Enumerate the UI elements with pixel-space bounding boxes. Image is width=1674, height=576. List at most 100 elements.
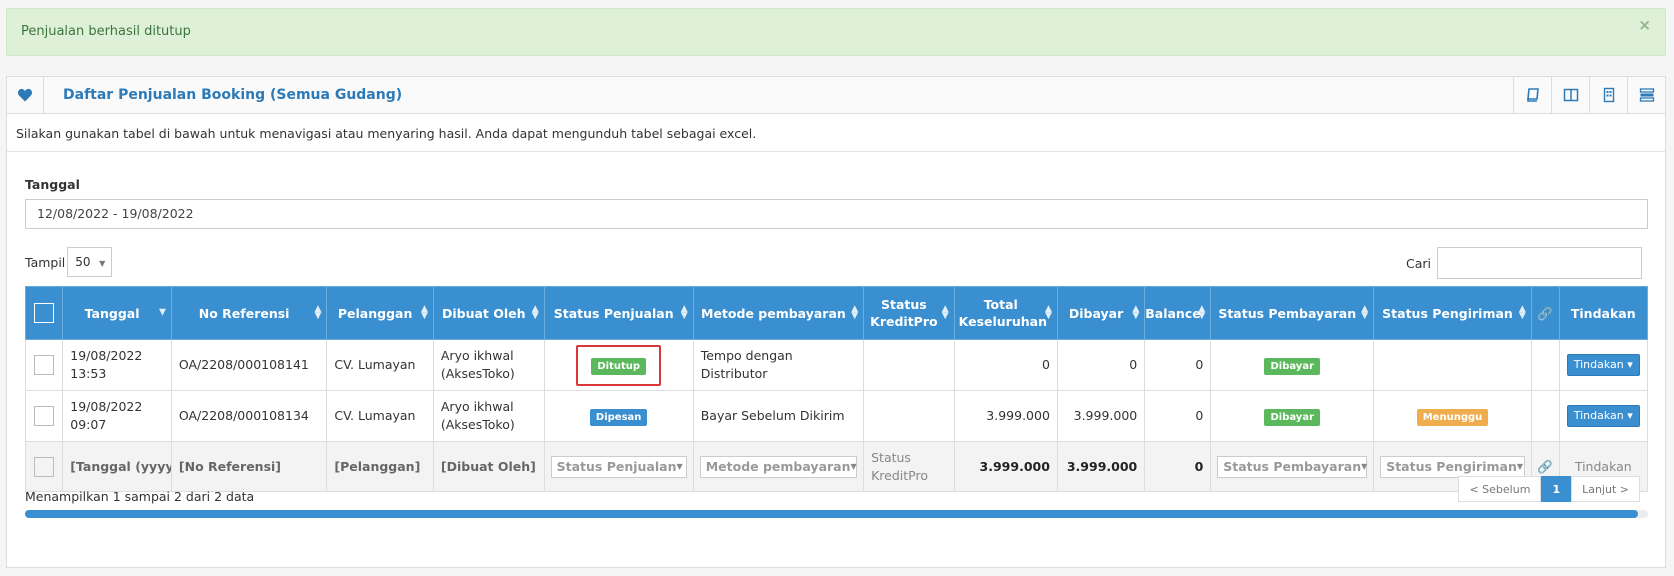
cell-action: Tindakan ▾ xyxy=(1558,339,1648,391)
cell-sale-status: Ditutup xyxy=(543,339,694,391)
column-header-action: Tindakan xyxy=(1558,286,1648,340)
sort-icon: ▲ ▼ xyxy=(420,304,428,321)
next-page-button[interactable]: Lanjut > xyxy=(1571,476,1640,502)
cell-date: 19/08/2022 09:07 xyxy=(62,390,172,442)
filter-row: [Tanggal (yyyy- [No Referensi] [Pelangga… xyxy=(24,441,1648,492)
cell-customer: CV. Lumayan xyxy=(326,339,434,391)
sort-icon: ▲ ▼ xyxy=(1518,304,1526,321)
cell-customer: CV. Lumayan xyxy=(326,390,434,442)
row-checkbox[interactable] xyxy=(34,355,55,375)
cell-total: 3.999.000 xyxy=(953,390,1058,442)
link-icon: 🔗 xyxy=(1537,305,1553,321)
caret-down-icon: ▼ xyxy=(1516,461,1524,471)
cell-payment-method: Tempo dengan Distributor xyxy=(692,339,865,391)
sales-box: Daftar Penjualan Booking (Semua Gudang) … xyxy=(6,76,1666,568)
column-header-customer[interactable]: Pelanggan ▲ ▼ xyxy=(326,286,434,340)
sort-icon: ▲ ▼ xyxy=(531,304,539,321)
page-length-control: Tampil 50 ▼ xyxy=(25,247,113,277)
column-header-balance[interactable]: Balance ▲ ▼ xyxy=(1144,286,1212,340)
column-header-link: 🔗 xyxy=(1530,286,1560,340)
box-header: Daftar Penjualan Booking (Semua Gudang) xyxy=(7,77,1665,114)
column-header-created-by[interactable]: Dibuat Oleh ▲ ▼ xyxy=(432,286,545,340)
sort-icon: ▲ ▼ xyxy=(1361,304,1369,321)
page-title: Daftar Penjualan Booking (Semua Gudang) xyxy=(63,87,403,103)
column-header-paid[interactable]: Dibayar ▲ ▼ xyxy=(1056,286,1146,340)
filter-created-by[interactable]: [Dibuat Oleh] xyxy=(432,441,545,492)
column-header-delivery-status[interactable]: Status Pengiriman ▲ ▼ xyxy=(1373,286,1532,340)
status-badge: Dibayar xyxy=(1264,408,1320,426)
date-filter-label: Tanggal xyxy=(25,177,80,192)
building-button[interactable] xyxy=(1589,77,1627,113)
column-header-sale-status[interactable]: Status Penjualan ▲ ▼ xyxy=(543,286,694,340)
prev-page-button[interactable]: < Sebelum xyxy=(1458,476,1542,502)
alert-close-button[interactable]: × xyxy=(1638,16,1651,34)
column-header-total[interactable]: Total Keseluruhan ▲ ▼ xyxy=(953,286,1058,340)
cell-action: Tindakan ▾ xyxy=(1558,390,1648,442)
caret-down-icon: ▼ xyxy=(850,461,857,471)
cell-payment-status: Dibayar xyxy=(1210,339,1375,391)
caret-down-icon: ▼ xyxy=(99,259,106,268)
row-checkbox-cell[interactable] xyxy=(24,339,64,391)
heart-icon xyxy=(18,88,32,102)
scrollbar-thumb[interactable] xyxy=(25,510,1638,518)
filter-checkbox[interactable] xyxy=(34,456,55,477)
sort-icon: ▲ ▼ xyxy=(1198,304,1206,321)
filter-sale-status-select[interactable]: Status Penjualan ▼ xyxy=(550,455,687,478)
cell-link xyxy=(1530,339,1560,391)
status-badge: Ditutup xyxy=(591,357,647,375)
sort-icon: ▲ ▼ xyxy=(851,304,859,321)
date-range-input[interactable]: 12/08/2022 - 19/08/2022 xyxy=(25,199,1648,229)
table-header-row: Tanggal ▼ No Referensi ▲ ▼ Pelanggan ▲ ▼ Dibu… xyxy=(24,286,1648,340)
row-checkbox-cell[interactable] xyxy=(24,390,64,442)
filter-payment-method-select[interactable]: Metode pembayaran ▼ xyxy=(699,455,858,478)
filter-total: 3.999.000 xyxy=(953,441,1058,492)
action-dropdown-button[interactable]: Tindakan ▾ xyxy=(1566,405,1640,427)
column-header-payment-status[interactable]: Status Pembayaran ▲ ▼ xyxy=(1210,286,1375,340)
column-header-date[interactable]: Tanggal ▼ xyxy=(62,286,172,340)
book-button[interactable] xyxy=(1513,77,1551,113)
column-header-kreditpro[interactable]: Status KreditPro ▲ ▼ xyxy=(863,286,955,340)
page-1-button[interactable]: 1 xyxy=(1541,476,1572,502)
favorite-button[interactable] xyxy=(7,77,44,113)
action-dropdown-button[interactable]: Tindakan ▾ xyxy=(1566,354,1640,376)
list-settings-button[interactable] xyxy=(1627,77,1665,113)
cell-total: 0 xyxy=(953,339,1058,391)
filter-ref[interactable]: [No Referensi] xyxy=(170,441,328,492)
filter-kreditpro: Status KreditPro xyxy=(863,441,955,492)
cell-payment-status: Dibayar xyxy=(1210,390,1375,442)
cell-kreditpro xyxy=(863,390,955,442)
columns-button[interactable] xyxy=(1551,77,1589,113)
search-control: Cari xyxy=(1406,247,1642,279)
search-input[interactable] xyxy=(1437,247,1642,279)
sort-icon: ▲ ▼ xyxy=(680,304,688,321)
filter-date[interactable]: [Tanggal (yyyy- xyxy=(62,441,172,492)
filter-checkbox-cell[interactable] xyxy=(24,441,64,492)
cell-ref: OA/2208/000108141 xyxy=(170,339,328,391)
sort-icon: ▲ ▼ xyxy=(1045,304,1052,321)
row-checkbox[interactable] xyxy=(34,406,55,426)
page-length-select[interactable]: 50 ▼ xyxy=(67,247,113,277)
column-header-ref[interactable]: No Referensi ▲ ▼ xyxy=(170,286,328,340)
table-row: 19/08/2022 13:53 OA/2208/000108141 CV. Lu… xyxy=(24,339,1648,391)
cell-delivery-status xyxy=(1373,339,1532,391)
filter-payment-status-cell: Status Pembayaran ▼ xyxy=(1210,441,1375,492)
cell-date: 19/08/2022 13:53 xyxy=(62,339,172,391)
caret-down-icon: ▼ xyxy=(676,461,683,471)
filter-customer[interactable]: [Pelanggan] xyxy=(326,441,434,492)
horizontal-scrollbar[interactable] xyxy=(25,510,1648,518)
cell-ref: OA/2208/000108134 xyxy=(170,390,328,442)
select-all-header[interactable] xyxy=(24,286,64,340)
building-icon xyxy=(1603,87,1614,103)
filter-delivery-status-select[interactable]: Status Pengiriman ▼ xyxy=(1380,455,1525,478)
select-all-checkbox[interactable] xyxy=(34,303,55,323)
list-settings-icon xyxy=(1639,88,1654,102)
cell-link xyxy=(1530,390,1560,442)
columns-icon xyxy=(1563,88,1578,102)
caret-down-icon: ▼ xyxy=(1361,461,1368,471)
cell-delivery-status: Menunggu xyxy=(1373,390,1532,442)
sales-table: Tanggal ▼ No Referensi ▲ ▼ Pelanggan ▲ ▼ Dibu… xyxy=(24,286,1648,492)
column-header-payment-method[interactable]: Metode pembayaran ▲ ▼ xyxy=(692,286,865,340)
alert-message: Penjualan berhasil ditutup xyxy=(21,24,191,39)
filter-payment-status-select[interactable]: Status Pembayaran ▼ xyxy=(1217,455,1368,478)
highlight-box: Ditutup xyxy=(576,344,662,386)
